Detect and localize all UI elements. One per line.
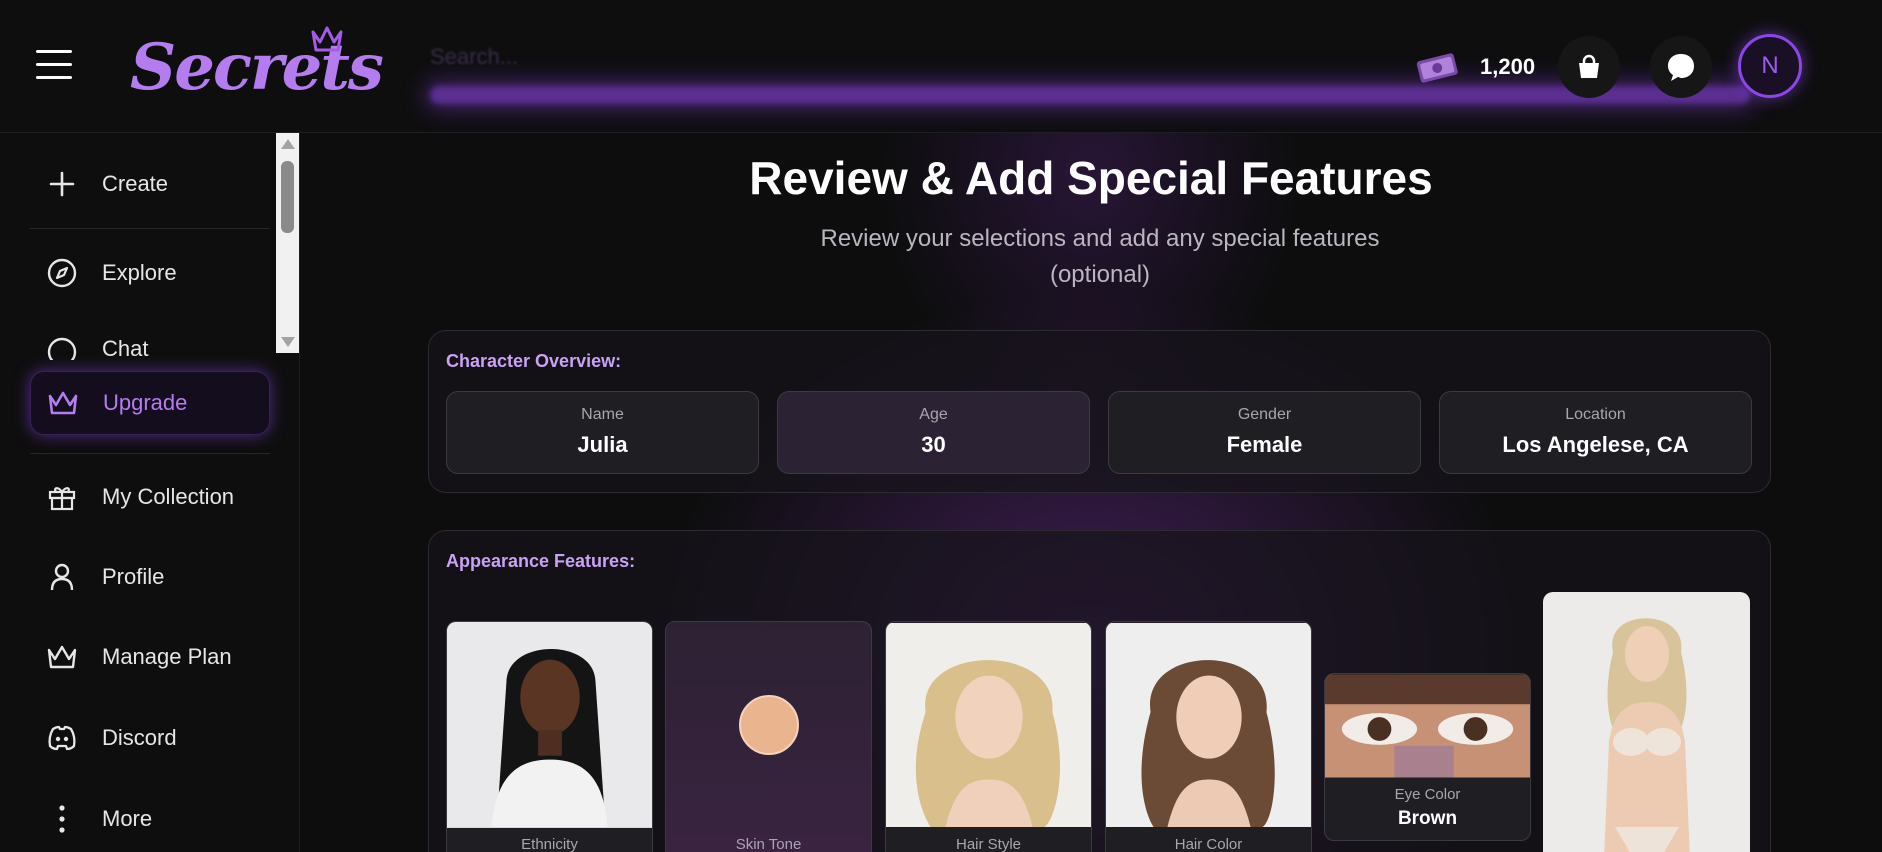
- sidebar-item-label: Upgrade: [103, 390, 188, 415]
- scroll-thumb[interactable]: [281, 161, 294, 233]
- plus-icon: [44, 166, 80, 202]
- crown-icon: [45, 385, 81, 421]
- eye-color-photo: [1325, 674, 1530, 778]
- sidebar-item-create[interactable]: Create: [30, 156, 270, 212]
- skin-tone-swatch: [739, 695, 799, 755]
- sidebar-item-more[interactable]: More: [30, 791, 270, 847]
- feature-card-hair-style[interactable]: Hair Style: [885, 621, 1092, 852]
- logo-text: Secrets: [130, 30, 384, 105]
- compass-icon: [44, 255, 80, 291]
- chat-bubble-icon: [1668, 54, 1694, 81]
- feature-card-eye-color[interactable]: Eye Color Brown: [1324, 673, 1531, 841]
- appearance-features-panel: Appearance Features: Ethnicity Skin Tone: [428, 530, 1771, 852]
- search-placeholder: Search...: [430, 44, 519, 69]
- field-value: Julia: [577, 432, 628, 457]
- page-title: Review & Add Special Features: [749, 152, 1433, 204]
- field-value: Female: [1226, 432, 1303, 457]
- field-value: 30: [921, 432, 946, 457]
- field-value: Los Angelese, CA: [1502, 432, 1689, 457]
- sidebar-item-profile[interactable]: Profile: [30, 549, 270, 605]
- overview-card-name[interactable]: Name Julia: [446, 391, 759, 474]
- sidebar-item-manage-plan[interactable]: Manage Plan: [30, 629, 270, 685]
- money-icon: [1416, 53, 1458, 83]
- sidebar-item-label: More: [102, 806, 153, 831]
- panel-title: Character Overview:: [446, 351, 622, 371]
- sidebar-divider: [30, 453, 270, 454]
- search-input[interactable]: [430, 86, 1750, 104]
- chat-icon: [44, 334, 80, 360]
- top-bar: Secrets Search... 1,200 N: [0, 0, 1882, 133]
- overview-card-age[interactable]: Age 30: [777, 391, 1090, 474]
- more-vertical-icon: [44, 801, 80, 837]
- overview-card-gender[interactable]: Gender Female: [1108, 391, 1421, 474]
- shopping-bag-icon: [1579, 54, 1599, 78]
- body-photo: [1543, 592, 1750, 852]
- feature-label: Skin Tone: [735, 836, 802, 852]
- overview-card-location[interactable]: Location Los Angelese, CA: [1439, 391, 1752, 474]
- feature-card-ethnicity[interactable]: Ethnicity: [446, 621, 653, 852]
- shop-button[interactable]: [1558, 36, 1620, 98]
- coin-count: 1,200: [1480, 54, 1536, 79]
- character-overview-panel: Character Overview: Name Julia Age 30 Ge…: [428, 330, 1771, 493]
- crown-outline-icon: [44, 639, 80, 675]
- user-icon: [44, 559, 80, 595]
- feature-card-skin-tone[interactable]: Skin Tone: [665, 621, 872, 852]
- feature-label: Ethnicity: [521, 836, 578, 852]
- messages-button[interactable]: [1650, 36, 1712, 98]
- menu-icon[interactable]: [36, 50, 72, 80]
- sidebar-item-label: Profile: [102, 564, 165, 589]
- scroll-down-arrow[interactable]: [281, 337, 295, 347]
- sidebar-item-chat[interactable]: Chat: [30, 326, 270, 360]
- sidebar-item-discord[interactable]: Discord: [30, 710, 270, 766]
- field-label: Age: [919, 406, 948, 423]
- sidebar-item-label: Explore: [102, 260, 177, 285]
- coin-balance[interactable]: 1,200: [1414, 46, 1564, 88]
- feature-card-hair-color[interactable]: Hair Color: [1105, 621, 1312, 852]
- panel-title: Appearance Features:: [446, 551, 636, 571]
- sidebar-item-my-collection[interactable]: My Collection: [30, 469, 270, 525]
- logo[interactable]: Secrets: [130, 24, 384, 114]
- sidebar-scrollbar[interactable]: [276, 133, 299, 353]
- page-subtitle: Review your selections and add any speci…: [820, 225, 1380, 288]
- field-label: Name: [581, 406, 624, 423]
- feature-label: Hair Style: [955, 836, 1022, 852]
- hair-style-photo: [886, 622, 1091, 828]
- sidebar-item-upgrade[interactable]: Upgrade: [30, 371, 270, 435]
- sidebar-item-explore[interactable]: Explore: [30, 245, 270, 301]
- sidebar-item-label: Discord: [102, 725, 177, 750]
- feature-label: Hair Color: [1174, 836, 1243, 852]
- sidebar-item-label: My Collection: [102, 484, 235, 509]
- sidebar-divider: [30, 228, 270, 229]
- sidebar-item-label: Create: [102, 171, 169, 196]
- avatar[interactable]: N: [1738, 34, 1802, 98]
- field-label: Location: [1565, 406, 1626, 423]
- ethnicity-photo: [447, 622, 652, 828]
- sidebar-item-label: Manage Plan: [102, 644, 232, 669]
- sidebar: Create Explore Chat Upgrade My Collectio…: [0, 133, 300, 852]
- scroll-up-arrow[interactable]: [281, 139, 295, 149]
- sidebar-item-label: Chat: [102, 336, 149, 360]
- feature-value: Brown: [1397, 808, 1458, 829]
- crown-icon: [311, 26, 343, 52]
- avatar-initial: N: [1761, 52, 1779, 79]
- field-label: Gender: [1237, 406, 1292, 423]
- main-content: Review & Add Special Features Review you…: [300, 133, 1882, 852]
- feature-card-body[interactable]: [1543, 592, 1750, 852]
- hair-color-photo: [1106, 622, 1311, 828]
- discord-icon: [44, 720, 80, 756]
- gift-icon: [44, 479, 80, 515]
- feature-label: Eye Color: [1394, 786, 1461, 803]
